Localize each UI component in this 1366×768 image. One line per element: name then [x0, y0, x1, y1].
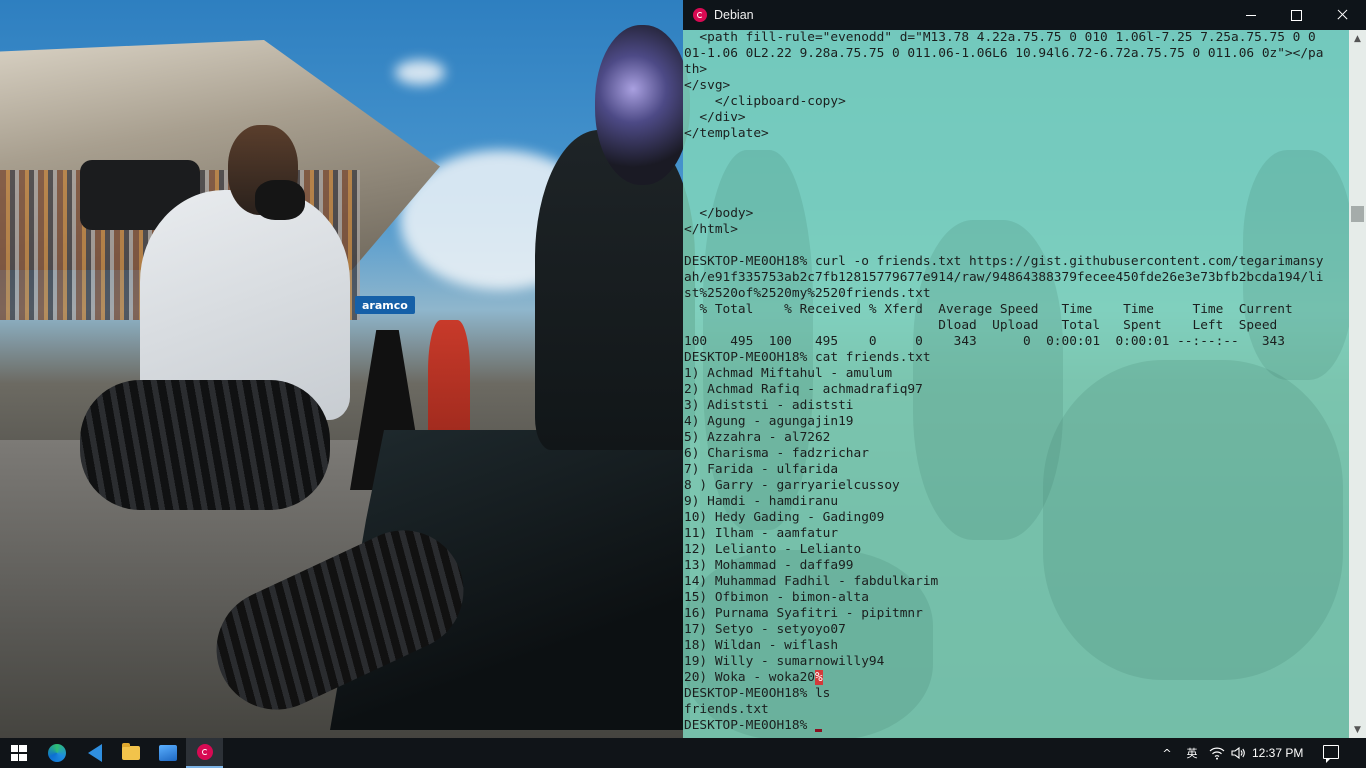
terminal-line: 9) Hamdi - hamdiranu — [684, 494, 839, 509]
start-button[interactable] — [0, 738, 37, 768]
terminal-line: 100 495 100 495 0 0 343 0 0:00:01 0:00:0… — [684, 334, 1285, 349]
terminal-line: 14) Muhammad Fadhil - fabdulkarim — [684, 574, 939, 589]
terminal-line: 1) Achmad Miftahul - amulum — [684, 366, 893, 381]
terminal-line: % Total % Received % Xferd Average Speed… — [684, 302, 1293, 317]
terminal-line: DESKTOP-ME0OH18% — [684, 718, 1349, 734]
terminal-line: Dload Upload Total Spent Left Speed — [684, 318, 1278, 333]
terminal-output: <path fill-rule="evenodd" d="M13.78 4.22… — [684, 30, 1349, 734]
terminal-line: 12) Lelianto - Lelianto — [684, 542, 862, 557]
photos-icon — [158, 745, 177, 761]
terminal-window[interactable]: Debian <path fill-rule="evenodd" d="M13.… — [683, 0, 1366, 738]
scroll-down-icon[interactable]: ▼ — [1349, 721, 1366, 738]
terminal-line: 6) Charisma - fadzrichar — [684, 446, 869, 461]
terminal-line: friends.txt — [684, 702, 769, 717]
wallpaper-banner-text: aramco — [362, 299, 408, 312]
terminal-content[interactable]: <path fill-rule="evenodd" d="M13.78 4.22… — [683, 30, 1349, 738]
taskbar-file-explorer[interactable] — [112, 738, 149, 768]
taskbar-debian[interactable] — [186, 738, 223, 768]
debian-terminal-icon — [196, 744, 213, 760]
terminal-line: ah/e91f335753ab2c7fb12815779677e914/raw/… — [684, 270, 1324, 285]
terminal-line: 3) Adiststi - adiststi — [684, 398, 854, 413]
input-method-icon[interactable]: 英 — [1183, 738, 1201, 768]
wallpaper-mask — [255, 180, 305, 220]
terminal-line: 2) Achmad Rafiq - achmadrafiq97 — [684, 382, 923, 397]
terminal-line: 15) Ofbimon - bimon-alta — [684, 590, 869, 605]
title-bar[interactable]: Debian — [683, 0, 1366, 30]
terminal-line: 13) Mohammad - daffa99 — [684, 558, 854, 573]
wallpaper-hose — [80, 380, 330, 510]
terminal-line: 18) Wildan - wiflash — [684, 638, 839, 653]
terminal-line: </div> — [684, 110, 746, 125]
taskbar-photos[interactable] — [149, 738, 186, 768]
eof-marker: % — [814, 670, 823, 685]
wifi-icon[interactable] — [1208, 738, 1226, 768]
show-hidden-icons-chevron-icon[interactable]: ^ — [1159, 738, 1175, 768]
volume-icon[interactable] — [1229, 738, 1247, 768]
taskbar-clock[interactable]: 12:37 PM — [1252, 746, 1303, 760]
file-explorer-icon — [121, 743, 140, 760]
wallpaper-helmet — [595, 25, 690, 185]
windows-logo-icon — [10, 745, 27, 761]
terminal-scrollbar[interactable]: ▲ ▼ — [1349, 30, 1366, 738]
terminal-line: 01-1.06 0L2.22 9.28a.75.75 0 011.06-1.06… — [684, 46, 1324, 61]
maximize-button[interactable] — [1273, 0, 1319, 30]
terminal-line: 16) Purnama Syafitri - pipitmnr — [684, 606, 923, 621]
terminal-line: </html> — [684, 222, 738, 237]
terminal-line: 11) Ilham - aamfatur — [684, 526, 839, 541]
wallpaper-cloud — [395, 60, 445, 85]
terminal-line: 7) Farida - ulfarida — [684, 462, 839, 477]
edge-browser-icon — [47, 744, 66, 762]
terminal-line: </clipboard-copy> — [684, 94, 846, 109]
terminal-line: </body> — [684, 206, 754, 221]
terminal-line: st%2520of%2520my%2520friends.txt — [684, 286, 931, 301]
terminal-line: </svg> — [684, 78, 731, 93]
terminal-line: 20) Woka - woka20% — [684, 670, 823, 685]
vscode-icon — [87, 744, 102, 762]
terminal-line: th> — [684, 62, 708, 77]
scroll-up-icon[interactable]: ▲ — [1349, 30, 1366, 47]
minimize-button[interactable] — [1228, 0, 1274, 30]
terminal-line: <path fill-rule="evenodd" d="M13.78 4.22… — [684, 30, 1316, 45]
terminal-line: DESKTOP-ME0OH18% cat friends.txt — [684, 350, 931, 365]
terminal-line: DESKTOP-ME0OH18% ls — [684, 686, 831, 701]
terminal-line: 5) Azzahra - al7262 — [684, 430, 831, 445]
window-title: Debian — [714, 8, 754, 22]
terminal-line: DESKTOP-ME0OH18% curl -o friends.txt htt… — [684, 254, 1324, 269]
wallpaper-driver — [535, 130, 695, 450]
terminal-line: 19) Willy - sumarnowilly94 — [684, 654, 885, 669]
terminal-line: 4) Agung - agungajin19 — [684, 414, 854, 429]
terminal-line: 10) Hedy Gading - Gading09 — [684, 510, 885, 525]
taskbar-edge[interactable] — [38, 738, 75, 768]
terminal-line: 17) Setyo - setyoyo07 — [684, 622, 846, 637]
scrollbar-thumb[interactable] — [1351, 206, 1364, 222]
taskbar: ^ 英 12:37 PM — [0, 738, 1366, 768]
action-center-icon[interactable] — [1323, 745, 1339, 763]
terminal-line: </template> — [684, 126, 769, 141]
terminal-cursor — [814, 729, 822, 732]
debian-logo-icon — [693, 8, 707, 22]
terminal-line: 8 ) Garry - garryarielcussoy — [684, 478, 900, 493]
taskbar-vscode[interactable] — [76, 738, 113, 768]
close-button[interactable] — [1319, 0, 1365, 30]
